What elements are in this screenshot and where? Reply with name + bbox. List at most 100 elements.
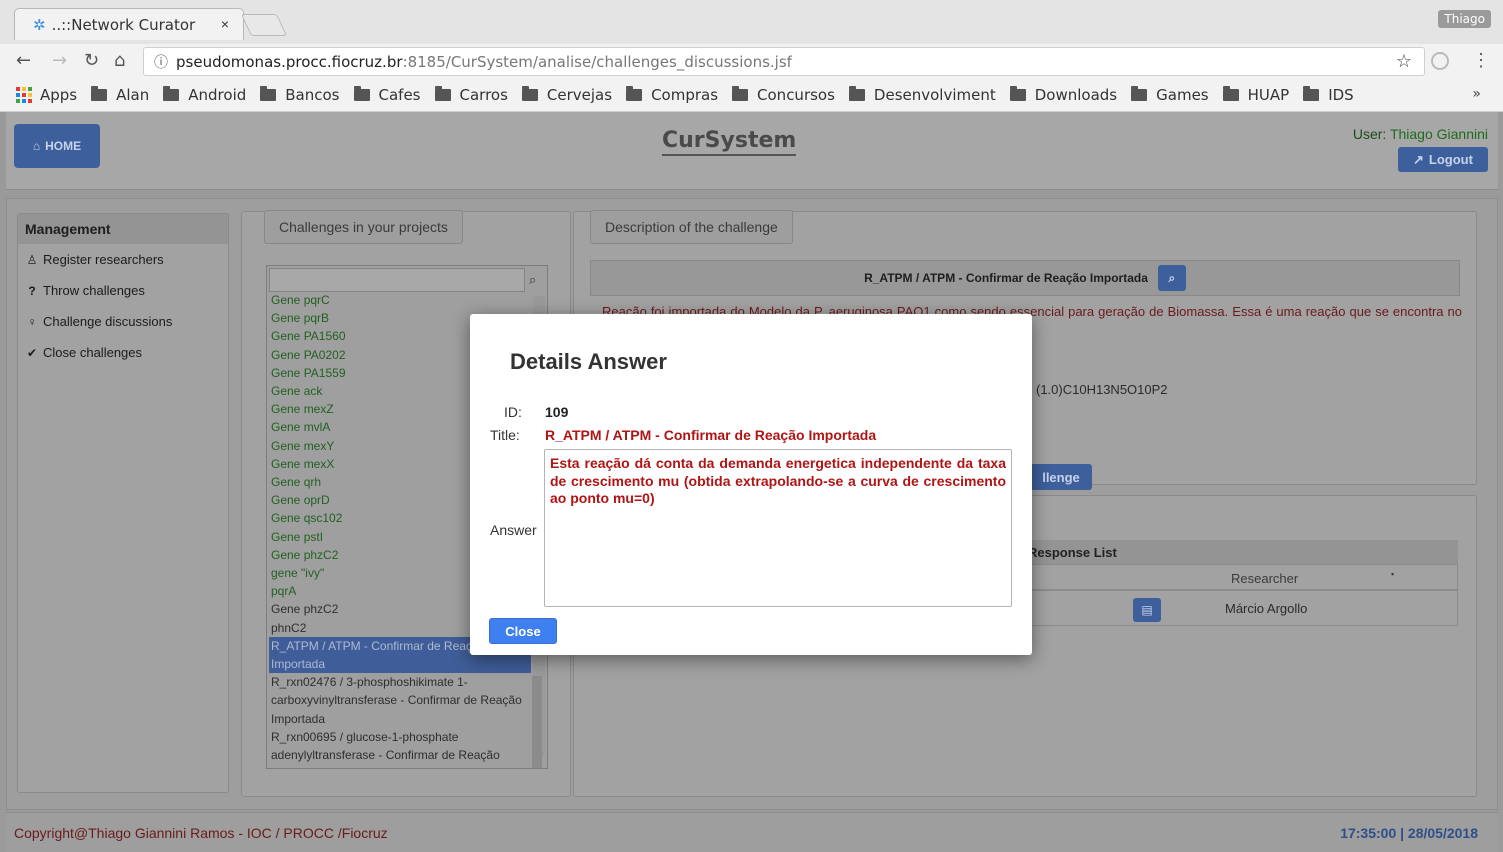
bookmark-folder[interactable]: Concursos: [732, 85, 835, 104]
profile-badge[interactable]: Thiago: [1438, 10, 1491, 28]
url-host: pseudomonas.procc.fiocruz.br: [176, 52, 403, 71]
apps-grid-icon: [16, 86, 32, 103]
bookmark-label: Games: [1156, 85, 1209, 104]
forward-arrow-icon[interactable]: →: [52, 50, 67, 71]
bookmark-folder[interactable]: Downloads: [1009, 85, 1118, 104]
folder-icon: [1303, 85, 1320, 101]
user-icon: ♙: [26, 252, 38, 267]
browser-tab[interactable]: ✲ ..::Network Curator ×: [14, 8, 244, 40]
home-icon[interactable]: ⌂: [114, 50, 125, 71]
bookmark-label: Desenvolviment: [873, 85, 996, 104]
sidebar-item-register-researchers[interactable]: ♙ Register researchers: [18, 244, 228, 275]
folder-icon: [163, 85, 180, 101]
description-legend: Description of the challenge: [590, 210, 793, 244]
folder-icon: [353, 85, 370, 101]
search-icon[interactable]: ⌕: [529, 272, 536, 288]
app-logo: CurSystem: [662, 128, 797, 156]
sidebar-item-label: Throw challenges: [43, 283, 145, 298]
scroll-thumb[interactable]: [532, 676, 542, 768]
bookmark-apps[interactable]: Apps: [16, 86, 77, 104]
dialog-title: Details Answer: [510, 349, 667, 374]
title-value: R_ATPM / ATPM - Confirmar de Reação Impo…: [545, 427, 877, 443]
folder-icon: [1009, 85, 1026, 101]
search-icon[interactable]: ⌕: [1157, 265, 1186, 291]
check-icon: ✔: [26, 345, 38, 360]
title-label: Title:: [490, 427, 520, 443]
response-list-title: Response List: [1014, 540, 1458, 564]
sidebar-item-close-challenges[interactable]: ✔ Close challenges: [18, 337, 228, 368]
browser-tabstrip: ✲ ..::Network Curator × Thiago: [0, 0, 1503, 44]
user-prefix: User:: [1352, 126, 1387, 142]
answer-challenge-button[interactable]: llenge: [1030, 464, 1092, 490]
list-item[interactable]: R_rxn02476 / 3-phosphoshikimate 1-carbox…: [269, 673, 531, 728]
folder-icon: [848, 85, 865, 101]
sidebar-item-challenge-discussions[interactable]: ♀ Challenge discussions: [18, 306, 228, 337]
bookmark-folder[interactable]: Desenvolviment: [848, 85, 996, 104]
logout-label: Logout: [1428, 152, 1473, 167]
bookmark-star-icon[interactable]: ☆: [1396, 51, 1412, 72]
folder-icon: [626, 85, 643, 101]
user-name: Thiago Giannini: [1389, 126, 1488, 142]
bookmarks-overflow-button[interactable]: »: [1472, 86, 1481, 102]
bookmark-folder[interactable]: Cafes: [353, 85, 421, 104]
bookmark-folder[interactable]: Compras: [626, 85, 719, 104]
bookmark-folder[interactable]: Games: [1131, 85, 1209, 104]
bookmark-label: Android: [188, 85, 247, 104]
home-button[interactable]: ⌂ HOME: [14, 124, 100, 168]
kebab-menu-icon[interactable]: ⋮: [1472, 50, 1490, 71]
bookmarks-bar: Apps Alan Android Bancos Cafes Carros Ce…: [0, 78, 1503, 112]
bookmark-folder[interactable]: Cervejas: [521, 85, 612, 104]
bookmark-label: HUAP: [1247, 85, 1290, 104]
challenge-title: R_ATPM / ATPM - Confirmar de Reação Impo…: [864, 271, 1148, 285]
browser-toolbar: ← → ↻ ⌂ ⓘ pseudomonas.procc.fiocruz.br:8…: [0, 44, 1503, 78]
folder-icon: [260, 85, 277, 101]
sidebar-item-label: Close challenges: [43, 345, 143, 360]
list-item[interactable]: Gene pqrC: [269, 291, 531, 309]
challenge-formula: (1.0)C10H13N5O10P2: [1036, 382, 1168, 397]
clock: 17:35:00 | 28/05/2018: [1340, 824, 1478, 841]
challenge-filter-input[interactable]: [269, 268, 525, 292]
list-item[interactable]: R_rxn00695 / glucose-1-phosphate adenyly…: [269, 728, 531, 768]
home-button-label: HOME: [45, 139, 82, 153]
bookmark-folder[interactable]: Bancos: [260, 85, 340, 104]
back-arrow-icon[interactable]: ←: [16, 50, 31, 71]
folder-icon: [434, 85, 451, 101]
bookmark-folder[interactable]: HUAP: [1222, 85, 1290, 104]
address-bar[interactable]: ⓘ pseudomonas.procc.fiocruz.br:8185/CurS…: [143, 47, 1425, 76]
bulb-icon: ♀: [27, 314, 37, 329]
extension-icon[interactable]: [1431, 52, 1449, 70]
bookmark-label: Compras: [651, 85, 719, 104]
close-button[interactable]: Close: [489, 618, 557, 644]
bookmark-label: Concursos: [757, 85, 835, 104]
bookmark-folder[interactable]: Carros: [434, 85, 508, 104]
bookmark-label: IDS: [1328, 85, 1354, 104]
sidebar-item-throw-challenges[interactable]: ? Throw challenges: [18, 275, 228, 306]
bookmark-label: Downloads: [1034, 85, 1118, 104]
question-icon: ?: [28, 283, 36, 298]
answer-textarea[interactable]: Esta reação dá conta da demanda energeti…: [544, 449, 1012, 607]
app-header: ⌂ HOME CurSystem User: Thiago Giannini ↗…: [6, 112, 1498, 190]
details-answer-dialog: Details Answer ID: 109 Title: R_ATPM / A…: [470, 314, 1032, 655]
folder-icon: [1222, 85, 1239, 101]
tab-close-icon[interactable]: ×: [221, 16, 229, 32]
response-list-header-row: Researcher ▪: [1014, 564, 1458, 590]
reload-icon[interactable]: ↻: [84, 50, 99, 71]
folder-icon: [91, 85, 108, 101]
id-label: ID:: [504, 404, 522, 420]
new-tab-button[interactable]: [240, 14, 288, 36]
column-researcher: Researcher: [1231, 571, 1299, 586]
bookmark-label: Bancos: [285, 85, 340, 104]
info-icon[interactable]: ⓘ: [154, 52, 168, 72]
sidebar-title: Management: [18, 214, 228, 244]
logout-button[interactable]: ↗ Logout: [1398, 147, 1488, 172]
management-sidebar: Management ♙ Register researchers ? Thro…: [17, 213, 229, 793]
bookmark-folder[interactable]: Android: [163, 85, 247, 104]
bookmark-folder[interactable]: IDS: [1303, 85, 1354, 104]
column-sort-indicator: ▪: [1391, 569, 1395, 579]
bookmark-folder[interactable]: Alan: [91, 85, 150, 104]
challenges-legend: Challenges in your projects: [264, 210, 463, 244]
sidebar-item-label: Challenge discussions: [43, 314, 173, 329]
bookmark-label: Alan: [116, 85, 150, 104]
view-answer-icon[interactable]: ▤: [1133, 598, 1161, 622]
url-path: :8185/CurSystem/analise/challenges_discu…: [402, 52, 792, 71]
